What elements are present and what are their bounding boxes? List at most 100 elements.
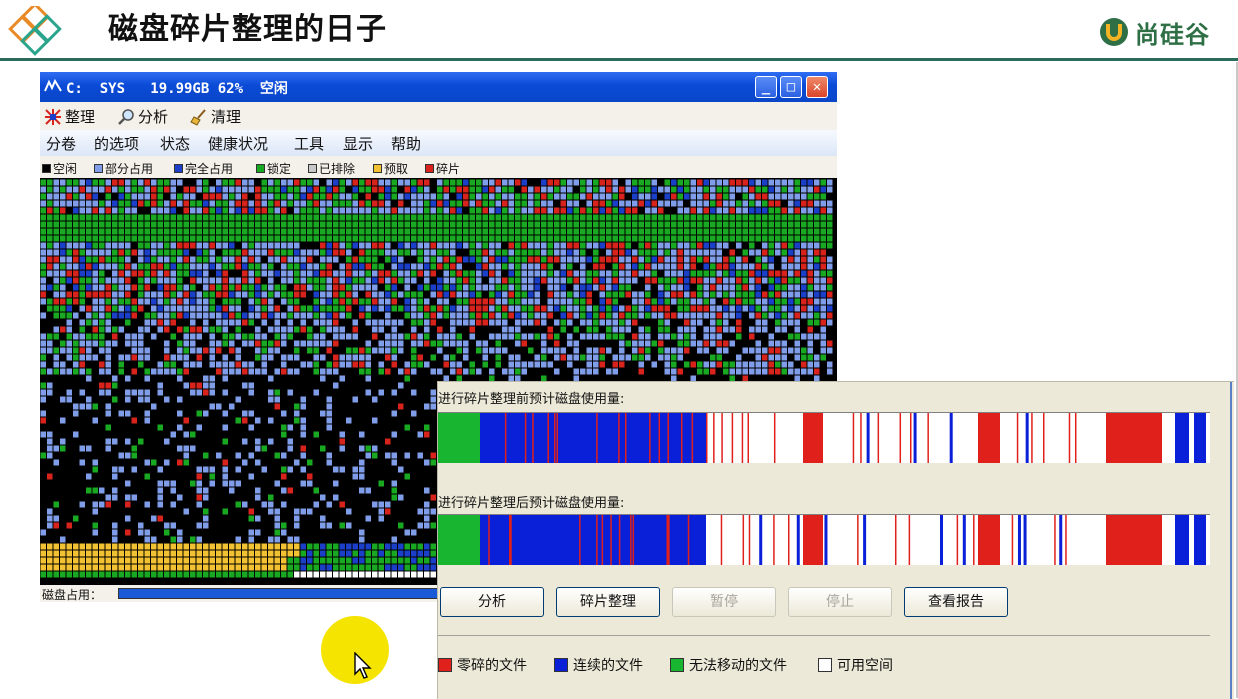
cluster-cell [203,494,209,501]
analyze-button[interactable]: 分析 [440,587,544,617]
cluster-cell [404,333,410,340]
cluster-cell [482,319,488,326]
pause-button[interactable]: 暂停 [672,587,776,617]
menu-options[interactable]: 的选项 [94,133,139,154]
cluster-cell [424,277,430,284]
usage-stripe [601,515,604,565]
menu-view[interactable]: 显示 [343,133,373,154]
close-button[interactable]: ✕ [806,76,828,98]
cluster-cell [716,354,722,361]
cluster-cell [424,557,430,564]
cluster-cell [274,284,280,291]
cluster-cell [762,326,768,333]
cluster-cell [125,284,131,291]
cluster-cell [196,536,202,543]
cluster-cell [352,564,358,571]
cluster-cell [248,557,254,564]
cluster-cell [144,235,150,242]
cluster-cell [586,235,592,242]
cluster-cell [235,543,241,550]
cluster-cell [320,494,326,501]
cluster-cell [476,368,482,375]
cluster-cell [547,193,553,200]
cluster-cell [60,291,66,298]
cluster-cell [372,214,378,221]
view-report-button[interactable]: 查看报告 [904,587,1008,617]
cluster-cell [144,543,150,550]
menu-health[interactable]: 健康状况 [208,133,268,154]
cluster-cell [92,221,98,228]
cluster-cell [547,298,553,305]
cluster-cell [801,298,807,305]
cluster-cell [632,249,638,256]
cluster-cell [307,277,313,284]
cluster-cell [261,312,267,319]
cluster-cell [736,368,742,375]
cluster-cell [560,221,566,228]
cluster-cell [515,298,521,305]
cluster-cell [398,543,404,550]
cluster-cell [346,354,352,361]
cluster-cell [788,193,794,200]
cluster-cell [755,263,761,270]
cluster-cell [762,242,768,249]
cluster-cell [53,515,59,522]
cluster-cell [313,571,319,578]
cluster-cell [430,228,436,235]
maximize-button[interactable]: □ [780,76,802,98]
cluster-cell [515,228,521,235]
cluster-cell [209,333,215,340]
cluster-cell [807,256,813,263]
cluster-cell [697,312,703,319]
cluster-cell [768,193,774,200]
menu-tools[interactable]: 工具 [294,133,324,154]
cluster-cell [307,221,313,228]
cluster-cell [820,200,826,207]
cluster-cell [190,543,196,550]
cluster-cell [437,347,443,354]
usage-stripe [1016,413,1019,463]
legend-unmovable-files: 无法移动的文件 [670,655,787,675]
defragment-button[interactable]: 碎片整理 [556,587,660,617]
cluster-cell [424,305,430,312]
cluster-cell [118,410,124,417]
cluster-cell [736,221,742,228]
cluster-cell [625,256,631,263]
cluster-cell [333,564,339,571]
minimize-button[interactable]: _ [755,76,777,98]
cluster-cell [807,354,813,361]
cluster-cell [476,228,482,235]
cluster-cell [177,445,183,452]
cluster-cell [255,438,261,445]
cluster-cell [580,221,586,228]
cluster-cell [242,291,248,298]
cluster-cell [320,354,326,361]
cluster-cell [274,529,280,536]
cluster-cell [255,417,261,424]
menu-status[interactable]: 状态 [160,133,190,154]
window-titlebar[interactable]: C: SYS 19.99GB 62% 空闲 _ □ ✕ [40,72,837,102]
cluster-cell [125,571,131,578]
cluster-cell [599,242,605,249]
cluster-cell [495,263,501,270]
cluster-cell [677,277,683,284]
cluster-cell [118,200,124,207]
cluster-cell [268,179,274,186]
menu-help[interactable]: 帮助 [391,133,421,154]
cluster-cell [242,186,248,193]
cluster-cell [450,179,456,186]
menu-volume[interactable]: 分卷 [46,133,76,154]
cluster-cell [541,347,547,354]
toolbar-clean-button[interactable]: 清理 [190,106,241,127]
toolbar-analyze-button[interactable]: 分析 [117,106,168,127]
cluster-cell [372,417,378,424]
toolbar-defrag-button[interactable]: 整理 [44,106,95,127]
cluster-cell [736,284,742,291]
cluster-cell [144,256,150,263]
cluster-cell [593,249,599,256]
cluster-cell [66,550,72,557]
cluster-cell [827,319,833,326]
cluster-cell [326,543,332,550]
stop-button[interactable]: 停止 [788,587,892,617]
cluster-cell [216,361,222,368]
